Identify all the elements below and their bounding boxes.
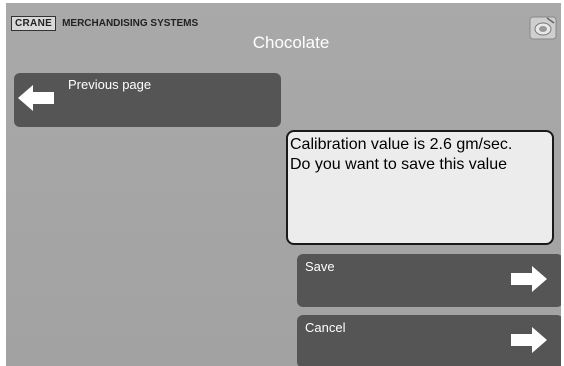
screen: CRANE MERCHANDISING SYSTEMS Chocolate Pr… bbox=[6, 3, 561, 366]
message-line-1: Calibration value is 2.6 gm/sec. bbox=[290, 136, 513, 153]
previous-page-label: Previous page bbox=[68, 77, 152, 92]
message-line-2: Do you want to save this value bbox=[290, 156, 508, 173]
previous-page-button[interactable]: Previous page bbox=[14, 73, 281, 127]
arrow-right-icon bbox=[511, 266, 547, 292]
page-title: Chocolate bbox=[252, 33, 330, 52]
brand-box: CRANE bbox=[11, 16, 57, 31]
brand-text: MERCHANDISING SYSTEMS bbox=[62, 18, 199, 29]
machine-icon[interactable] bbox=[529, 13, 557, 41]
arrow-left-icon bbox=[18, 85, 54, 111]
save-label: Save bbox=[305, 259, 335, 274]
brand-logo: CRANE MERCHANDISING SYSTEMS bbox=[11, 16, 198, 31]
calibration-message: Calibration value is 2.6 gm/sec. Do you … bbox=[286, 130, 554, 245]
save-button[interactable]: Save bbox=[297, 254, 561, 307]
cancel-label: Cancel bbox=[305, 320, 346, 335]
arrow-right-icon bbox=[511, 327, 547, 353]
cancel-button[interactable]: Cancel bbox=[297, 315, 561, 366]
